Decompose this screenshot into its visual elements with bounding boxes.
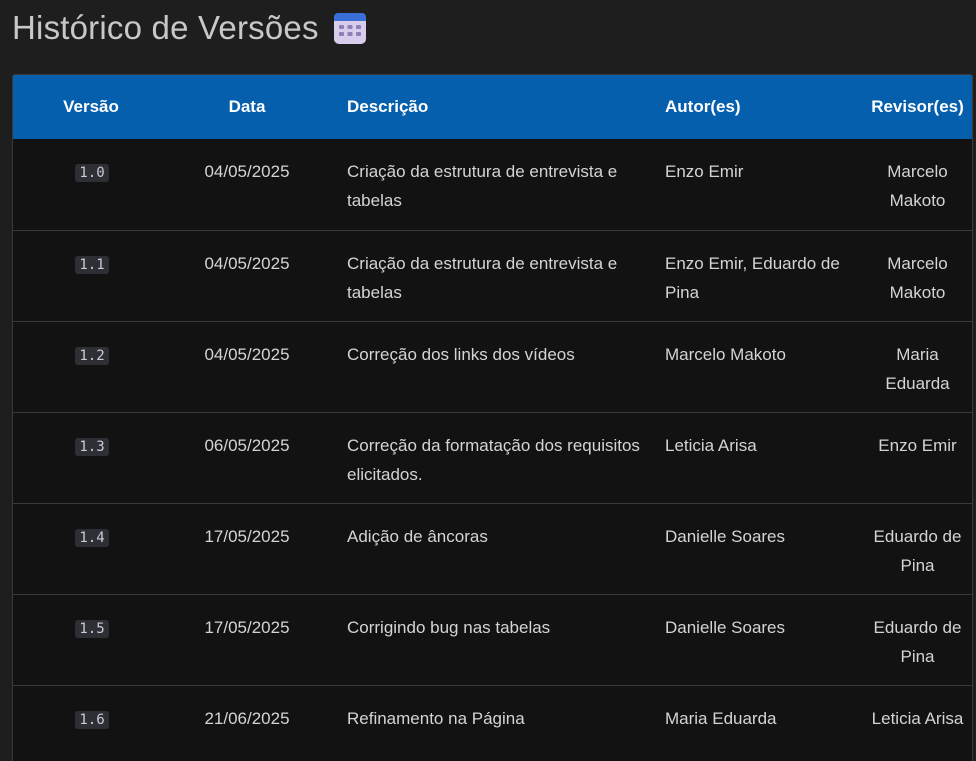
version-code: 1.5	[75, 619, 109, 638]
cell-version: 1.3	[13, 412, 169, 503]
cell-version: 1.5	[13, 594, 169, 685]
version-code: 1.4	[75, 528, 109, 547]
version-code: 1.6	[75, 710, 109, 729]
cell-reviewers: Maria Eduarda	[885, 344, 950, 393]
table-row: 1.5 17/05/2025 Corrigindo bug nas tabela…	[13, 594, 972, 685]
cell-version: 1.1	[13, 230, 169, 321]
cell-authors: Danielle Soares	[665, 526, 786, 546]
version-history-table: Versão Data Descrição Autor(es) Revisor(…	[12, 74, 973, 761]
cell-reviewers: Marcelo Makoto	[887, 253, 948, 302]
cell-version: 1.6	[13, 685, 169, 761]
table-row: 1.0 04/05/2025 Criação da estrutura de e…	[13, 139, 972, 230]
cell-description: Correção dos links dos vídeos	[347, 344, 575, 364]
cell-authors: Enzo Emir	[665, 162, 744, 181]
version-code: 1.3	[75, 437, 109, 456]
header-description: Descrição	[347, 97, 429, 116]
cell-authors: Marcelo Makoto	[665, 344, 786, 364]
cell-version: 1.2	[13, 321, 169, 412]
table-row: 1.1 04/05/2025 Criação da estrutura de e…	[13, 230, 972, 321]
version-code: 1.2	[75, 346, 109, 365]
cell-description: Correção da formatação dos requisitos el…	[347, 435, 640, 484]
header-version: Versão	[63, 97, 119, 116]
header-reviewers: Revisor(es)	[871, 97, 964, 116]
cell-reviewers: Eduardo de Pina	[873, 617, 962, 666]
cell-reviewers: Marcelo Makoto	[887, 162, 948, 210]
cell-date: 17/05/2025	[204, 617, 290, 637]
cell-description: Corrigindo bug nas tabelas	[347, 617, 551, 637]
cell-version: 1.0	[13, 139, 169, 230]
cell-authors: Enzo Emir, Eduardo de Pina	[665, 253, 840, 302]
table-row: 1.2 04/05/2025 Correção dos links dos ví…	[13, 321, 972, 412]
header-authors: Autor(es)	[665, 97, 741, 116]
cell-description: Adição de âncoras	[347, 526, 488, 546]
cell-date: 06/05/2025	[204, 435, 290, 455]
header-date: Data	[228, 97, 266, 116]
cell-authors: Danielle Soares	[665, 617, 786, 637]
cell-date: 04/05/2025	[204, 344, 290, 364]
table-row: 1.3 06/05/2025 Correção da formatação do…	[13, 412, 972, 503]
table-header-row: Versão Data Descrição Autor(es) Revisor(…	[13, 75, 972, 139]
version-code: 1.0	[75, 164, 109, 182]
cell-date: 04/05/2025	[204, 162, 290, 181]
cell-reviewers: Enzo Emir	[878, 435, 957, 455]
table-row: 1.6 21/06/2025 Refinamento na Página Mar…	[13, 685, 972, 761]
cell-authors: Leticia Arisa	[665, 435, 757, 455]
cell-description: Criação da estrutura de entrevista e tab…	[347, 253, 618, 302]
page-title-wrap: Histórico de Versões	[12, 6, 367, 50]
cell-authors: Maria Eduarda	[665, 708, 777, 728]
version-code: 1.1	[75, 255, 109, 274]
cell-date: 04/05/2025	[204, 253, 290, 273]
cell-reviewers: Leticia Arisa	[871, 708, 964, 728]
page-title: Histórico de Versões	[12, 9, 319, 46]
cell-reviewers: Eduardo de Pina	[873, 526, 962, 575]
cell-description: Criação da estrutura de entrevista e tab…	[347, 162, 618, 210]
cell-date: 17/05/2025	[204, 526, 290, 546]
cell-date: 21/06/2025	[204, 708, 290, 728]
calendar-icon	[333, 11, 367, 45]
cell-description: Refinamento na Página	[347, 708, 525, 728]
table-row: 1.4 17/05/2025 Adição de âncoras Daniell…	[13, 503, 972, 594]
cell-version: 1.4	[13, 503, 169, 594]
